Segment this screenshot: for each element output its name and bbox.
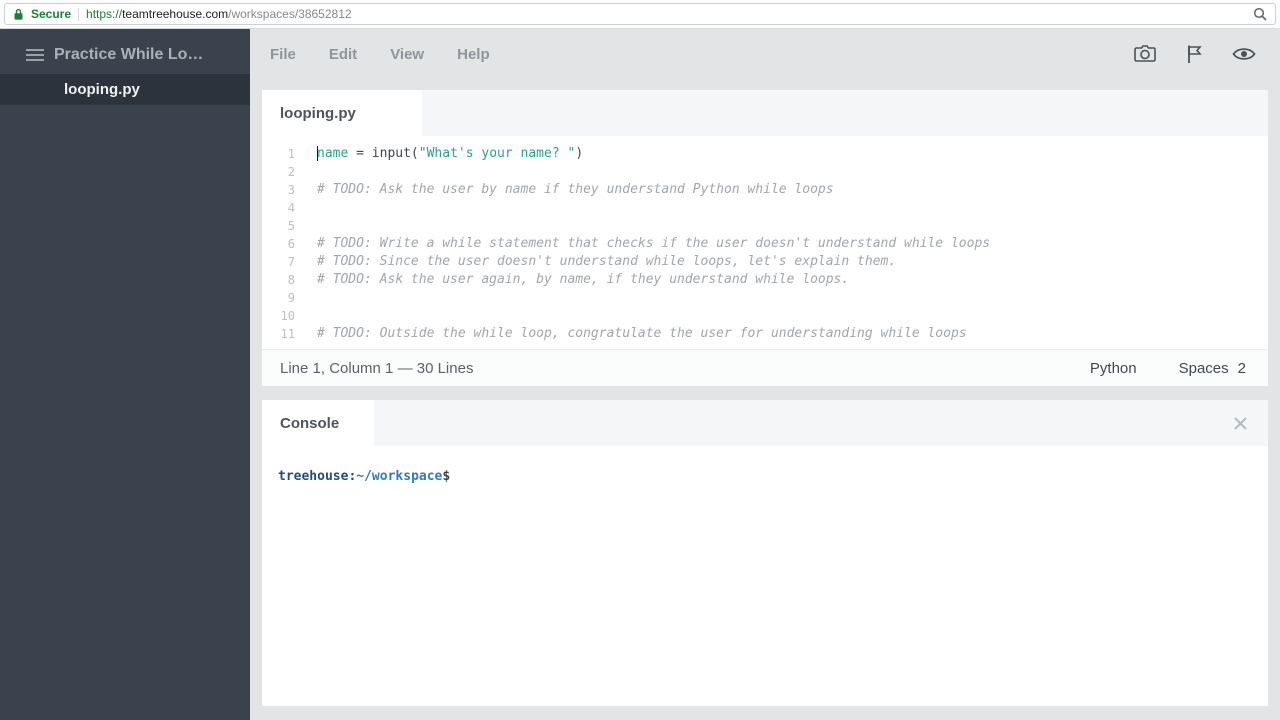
code-lines[interactable]: 1 name = input("What's your name? ") 2 3 # T…: [262, 136, 1268, 349]
code-line[interactable]: 7 # TODO: Since the user doesn't understa…: [262, 253, 1268, 271]
code-line[interactable]: 11 # TODO: Outside the while loop, congra…: [262, 325, 1268, 343]
magnifier-icon[interactable]: [1253, 7, 1267, 21]
line-number: 11: [280, 327, 295, 341]
code-line[interactable]: 8 # TODO: Ask the user again, by name, if…: [262, 271, 1268, 289]
line-number: 7: [287, 255, 295, 269]
code-line[interactable]: 4: [262, 199, 1268, 217]
code-text: # TODO: Ask the user again, by name, if …: [317, 272, 850, 287]
editor-tabstrip: looping.py: [262, 90, 1268, 136]
file-sidebar: Practice While Lo… looping.py: [0, 29, 250, 720]
menu-item-help[interactable]: Help: [457, 46, 490, 63]
terminal-prompt: treehouse:~/workspace$: [278, 469, 1252, 484]
lock-icon[interactable]: [13, 8, 24, 21]
hamburger-icon[interactable]: [26, 48, 44, 62]
editor-statusbar: Line 1, Column 1 — 30 Lines Python Space…: [262, 349, 1268, 386]
line-number: 3: [287, 183, 295, 197]
workspace-menubar: File Edit View Help: [250, 29, 1280, 79]
url-path: /workspaces/38652812: [228, 7, 352, 21]
code-line[interactable]: 2: [262, 163, 1268, 181]
code-text: # TODO: Outside the while loop, congratu…: [317, 326, 967, 341]
omnibox-divider: [78, 7, 80, 21]
cursor-position-label: Line 1, Column 1 — 30 Lines: [280, 359, 474, 377]
flag-icon[interactable]: [1185, 44, 1203, 64]
line-number: 5: [287, 219, 295, 233]
file-name-label: looping.py: [64, 81, 140, 98]
eye-icon[interactable]: [1232, 46, 1256, 62]
line-number: 2: [287, 165, 295, 179]
code-line[interactable]: 1 name = input("What's your name? "): [262, 145, 1268, 163]
prompt-path: ~/workspace: [356, 469, 443, 484]
console-tabstrip: Console: [262, 400, 1268, 446]
language-mode[interactable]: Python: [1090, 360, 1137, 377]
menu-item-edit[interactable]: Edit: [329, 46, 357, 63]
code-line[interactable]: 10: [262, 307, 1268, 325]
code-line[interactable]: 9: [262, 289, 1268, 307]
prompt-symbol: $: [442, 469, 451, 484]
line-number: 9: [287, 291, 295, 305]
line-number: 4: [287, 201, 295, 215]
editor-panel: looping.py 1 name = input("What's your na…: [262, 90, 1268, 386]
console-terminal[interactable]: treehouse:~/workspace$: [262, 446, 1268, 706]
editor-tab-looping-py[interactable]: looping.py: [262, 90, 422, 136]
line-number: 10: [280, 309, 295, 323]
indent-label: Spaces: [1178, 359, 1229, 377]
menu-item-file[interactable]: File: [270, 46, 296, 63]
console-panel: Console treehouse:~/workspace$: [262, 400, 1268, 706]
url-scheme: https://: [86, 7, 123, 21]
camera-icon[interactable]: [1134, 45, 1156, 63]
workspace-title: Practice While Lo…: [54, 46, 204, 63]
code-text: name = input("What's your name? "): [317, 146, 584, 161]
indent-value: 2: [1237, 359, 1246, 377]
secure-label: Secure: [31, 7, 72, 21]
editor-tab-label: looping.py: [280, 104, 356, 122]
line-number: 6: [287, 237, 295, 251]
url-domain: teamtreehouse.com: [122, 7, 229, 21]
sidebar-file-looping-py[interactable]: looping.py: [0, 74, 250, 105]
browser-address-bar: Secure https://teamtreehouse.com/workspa…: [0, 0, 1280, 29]
code-text: # TODO: Write a while statement that che…: [317, 236, 991, 251]
indent-setting[interactable]: Spaces 2: [1179, 360, 1246, 377]
url-text: https://teamtreehouse.com/workspaces/386…: [86, 7, 352, 21]
line-number: 1: [287, 147, 295, 161]
console-tab-label: Console: [280, 414, 340, 432]
url-field[interactable]: Secure https://teamtreehouse.com/workspa…: [4, 3, 1276, 25]
console-tab[interactable]: Console: [262, 400, 374, 446]
menu-item-view[interactable]: View: [390, 46, 424, 63]
code-line[interactable]: 3 # TODO: Ask the user by name if they un…: [262, 181, 1268, 199]
close-icon[interactable]: [1233, 416, 1248, 431]
menu-items: File Edit View Help: [270, 46, 490, 63]
line-number: 8: [287, 273, 295, 287]
code-line[interactable]: 6 # TODO: Write a while statement that ch…: [262, 235, 1268, 253]
code-text: # TODO: Ask the user by name if they und…: [317, 182, 834, 197]
prompt-user: treehouse: [278, 469, 349, 484]
menubar-icons: [1134, 44, 1256, 64]
code-line[interactable]: 5: [262, 217, 1268, 235]
workspace-title-row: Practice While Lo…: [0, 29, 250, 74]
code-text: # TODO: Since the user doesn't understan…: [317, 254, 897, 269]
